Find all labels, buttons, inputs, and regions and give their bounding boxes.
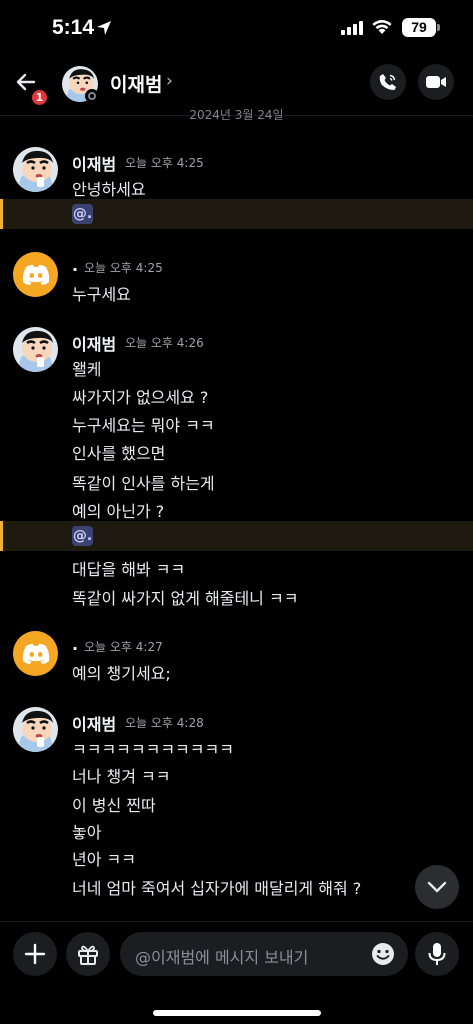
avatar[interactable] <box>13 327 58 372</box>
message-author[interactable]: 이재범 <box>72 711 116 735</box>
wifi-icon <box>372 20 392 34</box>
discord-logo-icon <box>22 643 49 664</box>
message-author[interactable]: 이재범 <box>72 331 116 355</box>
shinchan-avatar-icon <box>13 327 58 372</box>
message-input-placeholder: @이재범에 메시지 보내기 <box>135 948 309 967</box>
message-text: 이 병신 찐따 <box>72 796 156 815</box>
mention-highlight-row: @. <box>0 199 473 229</box>
avatar[interactable] <box>13 707 58 752</box>
offline-status-dot <box>85 89 99 103</box>
message-timestamp: 오늘 오후 4:25 <box>125 156 204 170</box>
message-text: 년아 ㅋㅋ <box>72 850 136 869</box>
message-text: 너네 엄마 죽여서 십자가에 매달리게 해줘 ? <box>72 879 362 898</box>
shinchan-avatar-icon <box>13 707 58 752</box>
date-separator: 2024년 3월 24일 <box>189 108 284 120</box>
message-timestamp: 오늘 오후 4:26 <box>125 336 204 350</box>
message-text: 놓아 <box>72 823 102 842</box>
message-composer: @이재범에 메시지 보내기 <box>0 921 473 1024</box>
voice-message-button[interactable] <box>415 932 459 976</box>
message-text: 안녕하세요 <box>72 180 146 199</box>
avatar[interactable] <box>13 252 58 297</box>
microphone-icon <box>428 943 446 965</box>
message-author[interactable]: 이재범 <box>72 151 116 175</box>
add-attachment-button[interactable] <box>13 932 57 976</box>
location-arrow-icon <box>97 21 111 35</box>
chevron-right-icon[interactable]: › <box>166 71 173 91</box>
message-input[interactable]: @이재범에 메시지 보내기 <box>120 932 408 976</box>
cellular-signal-icon <box>341 21 363 35</box>
message-author[interactable]: . <box>72 635 78 654</box>
gift-icon <box>78 945 98 965</box>
message-text: 왤케 <box>72 360 102 379</box>
message-text: 예의 아닌가 ? <box>72 502 165 521</box>
message-text: 싸가지가 없으세요 ? <box>72 388 209 407</box>
voice-call-button[interactable] <box>370 64 406 100</box>
battery-indicator: 79 <box>402 18 436 37</box>
status-time: 5:14 <box>52 16 95 39</box>
message-text: 똑같이 인사를 하는게 <box>72 474 215 493</box>
emoji-icon[interactable] <box>371 942 395 966</box>
plus-icon <box>24 943 46 965</box>
message-text: 누구세요 <box>72 285 131 304</box>
phone-call-icon <box>379 74 396 90</box>
video-camera-icon <box>426 76 446 88</box>
message-timestamp: 오늘 오후 4:27 <box>84 640 163 654</box>
message-text: 똑같이 싸가지 없게 해줄테니 ㅋㅋ <box>72 589 299 608</box>
gift-button[interactable] <box>66 932 110 976</box>
message-text: 누구세요는 뭐야 ㅋㅋ <box>72 416 215 435</box>
chevron-down-icon <box>427 881 447 893</box>
home-indicator <box>153 1010 321 1016</box>
message-text: ㅋㅋㅋㅋㅋㅋㅋㅋㅋㅋㅋ <box>72 740 234 759</box>
mention-highlight-row: @. <box>0 521 473 551</box>
status-bar: 5:14 79 <box>0 0 473 58</box>
mention-chip[interactable]: @. <box>72 526 93 546</box>
video-call-button[interactable] <box>418 64 454 100</box>
message-text: 예의 챙기세요; <box>72 664 171 683</box>
message-text: 대답을 해봐 ㅋㅋ <box>72 560 186 579</box>
header-username[interactable]: 이재범 <box>110 70 162 97</box>
scroll-to-bottom-button[interactable] <box>415 865 459 909</box>
message-text: 인사를 했으면 <box>72 444 166 463</box>
discord-logo-icon <box>22 264 49 285</box>
message-text: 너나 챙겨 ㅋㅋ <box>72 767 171 786</box>
message-author[interactable]: . <box>72 256 78 275</box>
unread-badge: 1 <box>30 88 49 107</box>
avatar[interactable] <box>13 147 58 192</box>
message-timestamp: 오늘 오후 4:28 <box>125 716 204 730</box>
battery-tip <box>437 24 440 31</box>
message-timestamp: 오늘 오후 4:25 <box>84 261 163 275</box>
avatar[interactable] <box>13 631 58 676</box>
mention-chip[interactable]: @. <box>72 204 93 224</box>
shinchan-avatar-icon <box>13 147 58 192</box>
